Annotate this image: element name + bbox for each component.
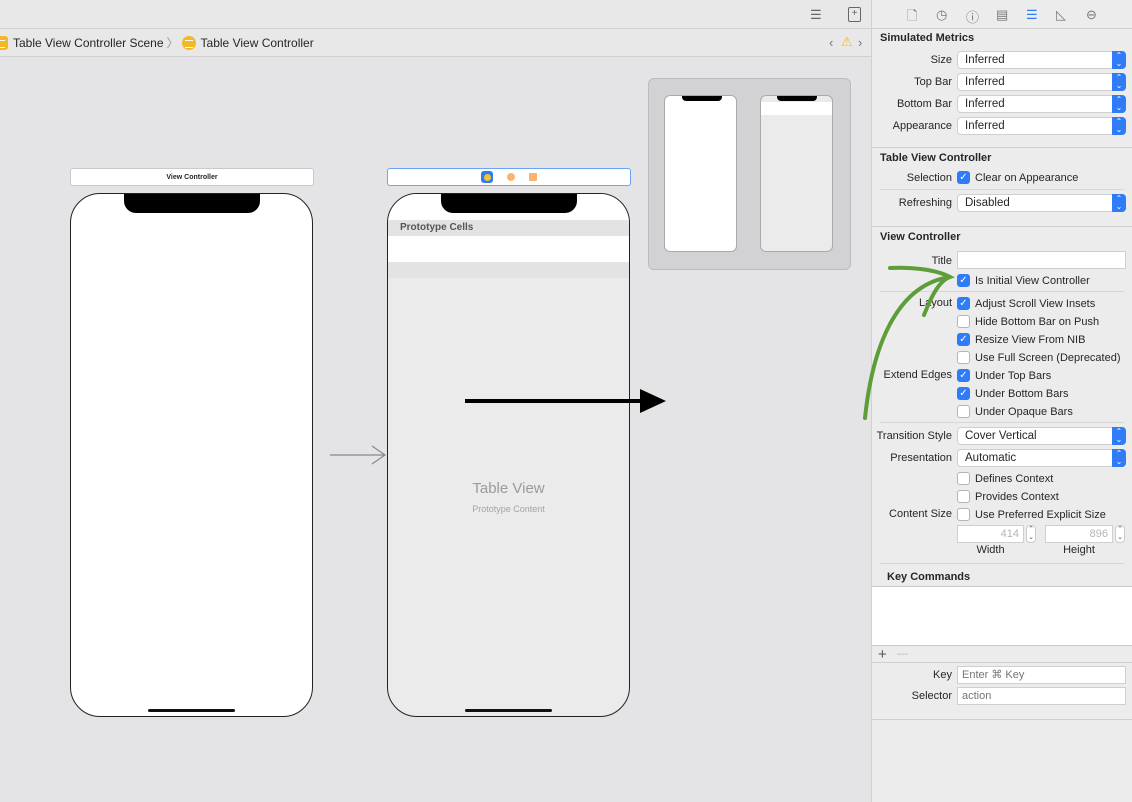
checkbox-label: Use Full Screen (Deprecated) — [975, 351, 1121, 364]
file-icon[interactable]: 🗋 — [907, 7, 917, 29]
size-select[interactable]: Inferred ⌃ ⌄ — [957, 51, 1126, 69]
resize-nib-checkbox[interactable]: ✓ Resize View From NIB — [957, 333, 1085, 346]
adjust-scroll-checkbox[interactable]: ✓ Adjust Scroll View Insets — [957, 297, 1095, 310]
selection-label: Selection — [906, 172, 952, 184]
top-bar-value: Inferred — [965, 76, 1005, 88]
size-value: Inferred — [965, 54, 1005, 66]
key-input[interactable] — [957, 666, 1126, 684]
annotation-green-arrow — [863, 265, 956, 420]
title-input[interactable] — [957, 251, 1126, 269]
checkbox-box — [957, 472, 970, 485]
key-commands-heading: Key Commands — [887, 571, 971, 583]
stepper-icon: ⌃ ⌄ — [1112, 51, 1126, 69]
refreshing-select[interactable]: Disabled ⌃ ⌄ — [957, 194, 1126, 212]
clear-on-appearance-checkbox[interactable]: ✓ Clear on Appearance — [957, 171, 1078, 184]
bottom-bar-value: Inferred — [965, 98, 1005, 110]
appearance-select[interactable]: Inferred ⌃ ⌄ — [957, 117, 1126, 135]
bottom-bar-select[interactable]: Inferred ⌃ ⌄ — [957, 95, 1126, 113]
height-stepper[interactable]: ⌃ ⌄ — [1115, 525, 1125, 543]
transition-value: Cover Vertical — [965, 430, 1037, 442]
hide-bottom-bar-checkbox[interactable]: Hide Bottom Bar on Push — [957, 315, 1099, 328]
size-icon[interactable]: ◺ — [1056, 7, 1066, 23]
full-screen-checkbox[interactable]: Use Full Screen (Deprecated) — [957, 351, 1121, 364]
connections-icon[interactable]: ⊖ — [1086, 7, 1097, 23]
provides-context-checkbox[interactable]: Provides Context — [957, 490, 1059, 503]
key-commands-list[interactable] — [872, 586, 1132, 646]
identity-icon[interactable]: ▤ — [996, 7, 1008, 23]
checkbox-label: Under Top Bars — [975, 369, 1052, 382]
checkbox-label: Is Initial View Controller — [975, 274, 1090, 287]
height-label: Height — [1063, 544, 1095, 556]
history-icon[interactable]: ◷ — [936, 7, 947, 23]
defines-context-checkbox[interactable]: Defines Context — [957, 472, 1053, 485]
remove-icon[interactable]: — — [897, 648, 908, 660]
stepper-icon: ⌃ ⌄ — [1112, 194, 1126, 212]
presentation-label: Presentation — [890, 452, 952, 464]
top-bar-select[interactable]: Inferred ⌃ ⌄ — [957, 73, 1126, 91]
annotation-black-arrow — [465, 389, 666, 413]
initial-vc-arrow[interactable] — [330, 445, 387, 465]
selector-input[interactable] — [957, 687, 1126, 705]
appearance-value: Inferred — [965, 120, 1005, 132]
checkbox-box — [957, 508, 970, 521]
width-label: Width — [976, 544, 1005, 556]
checkmark-icon: ✓ — [957, 171, 970, 184]
checkbox-box — [957, 490, 970, 503]
under-top-bars-checkbox[interactable]: ✓ Under Top Bars — [957, 369, 1051, 382]
stepper-icon: ⌃ ⌄ — [1112, 449, 1126, 467]
stepper-icon: ⌃ ⌄ — [1112, 117, 1126, 135]
size-label: Size — [930, 54, 952, 66]
table-view-controller-heading: Table View Controller — [880, 152, 992, 164]
checkbox-label: Clear on Appearance — [975, 171, 1079, 184]
stepper-icon: ⌃ ⌄ — [1112, 427, 1126, 445]
checkbox-label: Defines Context — [975, 472, 1054, 485]
checkbox-label: Resize View From NIB — [975, 333, 1086, 346]
add-icon[interactable]: + — [878, 646, 887, 663]
under-opaque-bars-checkbox[interactable]: Under Opaque Bars — [957, 405, 1073, 418]
presentation-value: Automatic — [965, 452, 1017, 464]
checkbox-label: Under Opaque Bars — [975, 405, 1073, 418]
refreshing-value: Disabled — [965, 197, 1010, 209]
preferred-size-checkbox[interactable]: Use Preferred Explicit Size — [957, 508, 1106, 521]
segue-arrows — [330, 389, 666, 465]
under-bottom-bars-checkbox[interactable]: ✓ Under Bottom Bars — [957, 387, 1069, 400]
top-bar-label: Top Bar — [914, 76, 952, 88]
stepper-icon: ⌃ ⌄ — [1112, 95, 1126, 113]
presentation-select[interactable]: Automatic ⌃ ⌄ — [957, 449, 1126, 467]
refreshing-label: Refreshing — [898, 197, 952, 209]
key-label: Key — [933, 669, 952, 681]
checkbox-label: Use Preferred Explicit Size — [975, 508, 1106, 521]
selector-label: Selector — [911, 690, 952, 702]
height-input[interactable]: 896 — [1045, 525, 1113, 543]
appearance-label: Appearance — [892, 120, 952, 132]
width-input[interactable]: 414 — [957, 525, 1024, 543]
checkbox-label: Hide Bottom Bar on Push — [975, 315, 1100, 328]
transition-style-label: Transition Style — [876, 430, 952, 442]
is-initial-vc-checkbox[interactable]: ✓ Is Initial View Controller — [957, 274, 1090, 287]
width-stepper[interactable]: ⌃ ⌄ — [1026, 525, 1036, 543]
help-icon[interactable]: ⓘ — [966, 7, 979, 26]
checkbox-label: Provides Context — [975, 490, 1059, 503]
checkbox-label: Adjust Scroll View Insets — [975, 297, 1096, 310]
attributes-icon[interactable]: ☰ — [1026, 7, 1038, 23]
simulated-metrics-heading: Simulated Metrics — [880, 32, 975, 44]
view-controller-heading: View Controller — [880, 231, 961, 243]
transition-style-select[interactable]: Cover Vertical ⌃ ⌄ — [957, 427, 1126, 445]
content-size-label: Content Size — [889, 508, 952, 520]
checkbox-label: Under Bottom Bars — [975, 387, 1069, 400]
bottom-bar-label: Bottom Bar — [896, 98, 952, 110]
stepper-icon: ⌃ ⌄ — [1112, 73, 1126, 91]
